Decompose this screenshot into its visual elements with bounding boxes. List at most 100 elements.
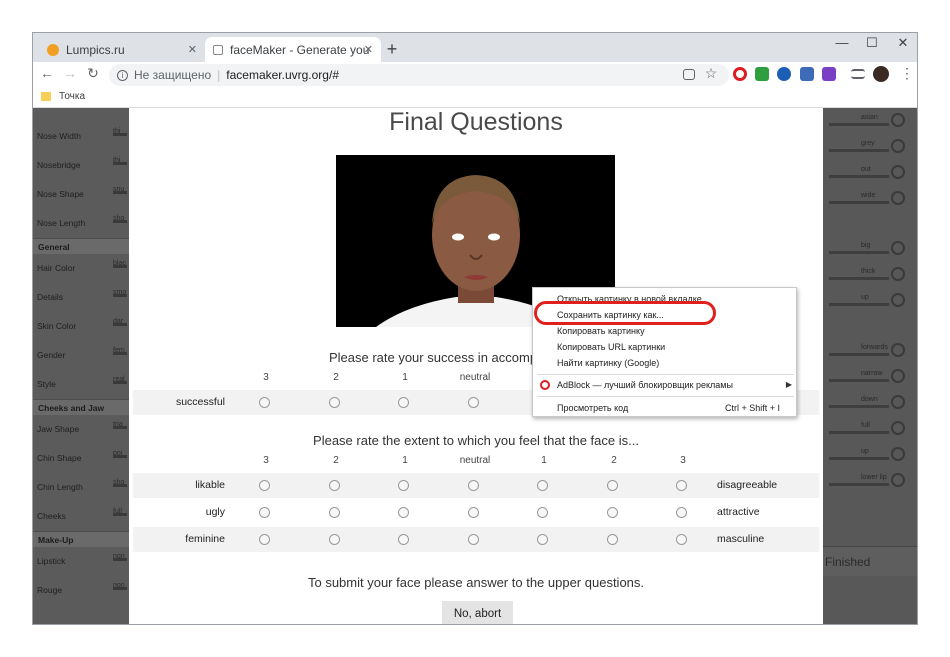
close-window-button[interactable]: ✕ — [888, 35, 917, 51]
slider-track[interactable] — [829, 149, 889, 152]
slider-track[interactable] — [829, 483, 889, 486]
right-slider-row[interactable]: forwards — [823, 338, 917, 364]
bookmark-tochka[interactable]: Точка — [41, 91, 85, 102]
media-list-icon[interactable] — [851, 69, 865, 79]
radio-likable-3[interactable] — [259, 480, 270, 491]
right-slider-row[interactable]: up — [823, 288, 917, 314]
menu-item-search-image-google[interactable]: Найти картинку (Google) — [533, 355, 798, 371]
slider-track[interactable] — [113, 294, 127, 297]
radio-likable-2[interactable] — [329, 480, 340, 491]
reset-icon[interactable] — [891, 267, 905, 281]
slider-track[interactable] — [113, 558, 127, 561]
translate-icon[interactable] — [683, 69, 695, 80]
opera-icon[interactable] — [733, 67, 747, 81]
menu-item-inspect[interactable]: Просмотреть код Ctrl + Shift + I — [533, 400, 798, 416]
reset-icon[interactable] — [891, 241, 905, 255]
radio-feminine-1[interactable] — [398, 534, 409, 545]
checkmark-extension-icon[interactable] — [755, 67, 769, 81]
right-slider-row[interactable]: narrow — [823, 364, 917, 390]
reset-icon[interactable] — [891, 343, 905, 357]
radio-masculine-3[interactable] — [676, 534, 687, 545]
slider-track[interactable] — [829, 303, 889, 306]
forward-icon[interactable]: → — [60, 65, 80, 81]
slider-track[interactable] — [829, 457, 889, 460]
reset-icon[interactable] — [891, 165, 905, 179]
ad-extension-icon[interactable] — [822, 67, 836, 81]
slider-track[interactable] — [829, 353, 889, 356]
radio-disagreeable-3[interactable] — [676, 480, 687, 491]
reset-icon[interactable] — [891, 293, 905, 307]
globe-extension-icon[interactable] — [777, 67, 791, 81]
sidebar-item[interactable]: Cheeks full — [33, 502, 129, 531]
slider-track[interactable] — [113, 191, 127, 194]
menu-dots-icon[interactable]: ⋮ — [897, 65, 917, 82]
slider-track[interactable] — [829, 379, 889, 382]
menu-item-adblock[interactable]: AdBlock — лучший блокировщик рекламы ▶ — [533, 377, 798, 393]
slider-track[interactable] — [113, 513, 127, 516]
puzzle-extension-icon[interactable] — [800, 67, 814, 81]
sidebar-item[interactable]: Nose Length sho — [33, 209, 129, 238]
slider-track[interactable] — [113, 381, 127, 384]
tab-close-icon[interactable]: ✕ — [364, 43, 373, 56]
right-slider-row[interactable]: full — [823, 416, 917, 442]
right-slider-row[interactable]: asian — [823, 108, 917, 134]
slider-track[interactable] — [113, 265, 127, 268]
radio-likable-1[interactable] — [398, 480, 409, 491]
radio-success-neutral[interactable] — [468, 397, 479, 408]
slider-track[interactable] — [113, 484, 127, 487]
slider-track[interactable] — [113, 587, 127, 590]
radio-success-2[interactable] — [329, 397, 340, 408]
slider-track[interactable] — [113, 455, 127, 458]
right-slider-row[interactable]: wide — [823, 186, 917, 212]
slider-track[interactable] — [829, 175, 889, 178]
slider-track[interactable] — [113, 352, 127, 355]
sidebar-item[interactable]: Style real — [33, 370, 129, 399]
slider-track[interactable] — [113, 426, 127, 429]
reset-icon[interactable] — [891, 447, 905, 461]
reset-icon[interactable] — [891, 369, 905, 383]
radio-attractive-2[interactable] — [607, 507, 618, 518]
radio-likable-neutral[interactable] — [468, 480, 479, 491]
radio-ugly-1[interactable] — [398, 507, 409, 518]
right-slider-row[interactable]: down — [823, 390, 917, 416]
radio-feminine-neutral[interactable] — [468, 534, 479, 545]
reset-icon[interactable] — [891, 139, 905, 153]
radio-disagreeable-1[interactable] — [537, 480, 548, 491]
slider-track[interactable] — [113, 220, 127, 223]
slider-track[interactable] — [113, 323, 127, 326]
info-icon[interactable]: i — [117, 69, 128, 81]
maximize-button[interactable]: ☐ — [857, 35, 887, 51]
slider-track[interactable] — [829, 251, 889, 254]
minimize-button[interactable]: — — [827, 35, 857, 50]
reset-icon[interactable] — [891, 421, 905, 435]
reset-icon[interactable] — [891, 113, 905, 127]
right-slider-row[interactable]: out — [823, 160, 917, 186]
avatar[interactable] — [873, 66, 889, 82]
slider-track[interactable] — [829, 405, 889, 408]
radio-feminine-2[interactable] — [329, 534, 340, 545]
tab-lumpics[interactable]: Lumpics.ru ✕ — [39, 37, 205, 62]
tab-facemaker[interactable]: faceMaker - Generate your favou ✕ — [205, 37, 381, 62]
reload-icon[interactable]: ↻ — [83, 65, 103, 82]
radio-success-3[interactable] — [259, 397, 270, 408]
right-slider-row[interactable]: up — [823, 442, 917, 468]
abort-button[interactable]: No, abort — [442, 601, 513, 624]
menu-item-copy-image-url[interactable]: Копировать URL картинки — [533, 339, 798, 355]
tab-close-icon[interactable]: ✕ — [188, 43, 197, 56]
slider-track[interactable] — [113, 162, 127, 165]
radio-success-1[interactable] — [398, 397, 409, 408]
new-tab-button[interactable]: + — [381, 39, 403, 60]
reset-icon[interactable] — [891, 191, 905, 205]
right-slider-row[interactable]: big — [823, 236, 917, 262]
menu-item-copy-image[interactable]: Копировать картинку — [533, 323, 798, 339]
radio-attractive-3[interactable] — [676, 507, 687, 518]
right-slider-row[interactable]: grey — [823, 134, 917, 160]
radio-masculine-1[interactable] — [537, 534, 548, 545]
slider-track[interactable] — [829, 201, 889, 204]
radio-masculine-2[interactable] — [607, 534, 618, 545]
slider-track[interactable] — [829, 277, 889, 280]
finished-button[interactable]: Finished — [823, 546, 917, 576]
slider-track[interactable] — [113, 133, 127, 136]
radio-feminine-3[interactable] — [259, 534, 270, 545]
radio-ugly-neutral[interactable] — [468, 507, 479, 518]
